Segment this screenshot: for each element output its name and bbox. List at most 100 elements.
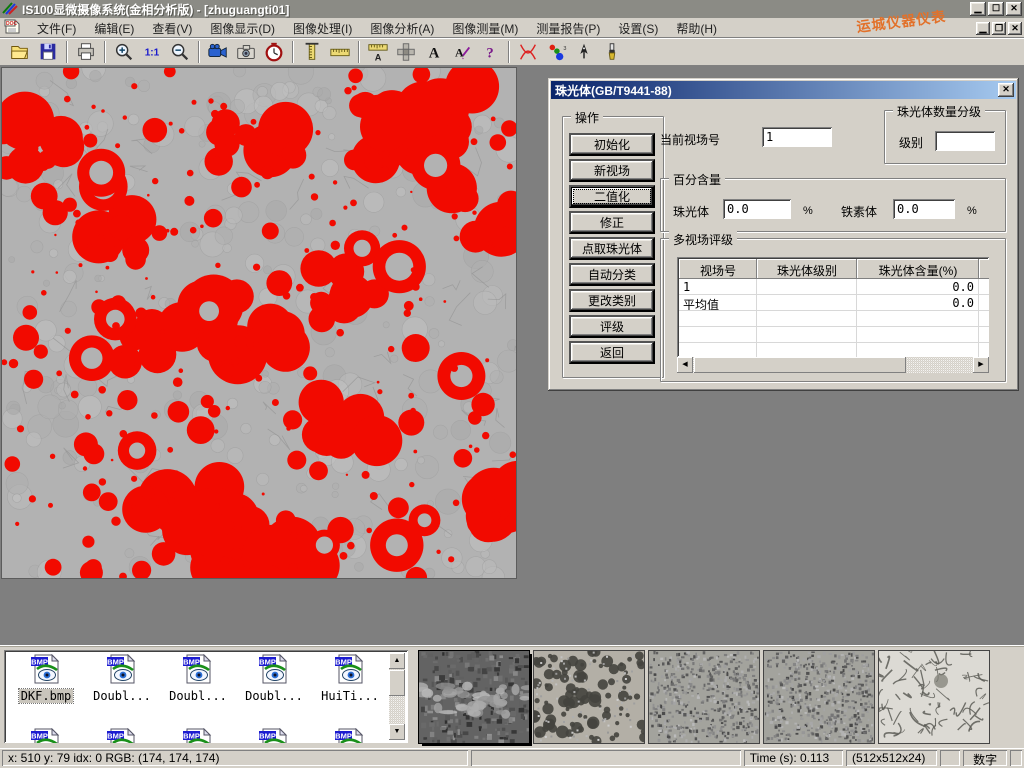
- actual-size-icon[interactable]: 1:1: [139, 40, 165, 64]
- scroll-down-icon[interactable]: ▼: [389, 724, 405, 740]
- table-cell: [757, 343, 857, 357]
- open-icon[interactable]: [7, 40, 33, 64]
- classify-balls-icon[interactable]: 3: [543, 40, 569, 64]
- file-item-Doubl-[interactable]: BMPDoubl...: [238, 654, 310, 703]
- print-icon[interactable]: [73, 40, 99, 64]
- operation-group-label: 操作: [571, 109, 603, 126]
- stitch-icon[interactable]: [393, 40, 419, 64]
- op-button-3[interactable]: 修正: [569, 211, 655, 234]
- menu-item-5[interactable]: 图像分析(A): [361, 18, 443, 39]
- op-button-5[interactable]: 自动分类: [569, 263, 655, 286]
- thumbnail-2[interactable]: [649, 651, 759, 743]
- scroll-left-icon[interactable]: ◀: [677, 357, 693, 373]
- brush-icon[interactable]: [599, 40, 625, 64]
- file-item-row2[interactable]: BMP: [162, 728, 234, 743]
- zoom-in-icon[interactable]: [111, 40, 137, 64]
- multiview-group-label: 多视场评级: [669, 231, 737, 248]
- table-row[interactable]: [679, 327, 989, 343]
- file-name: DKF.bmp: [19, 689, 74, 703]
- mdi-restore-button[interactable]: ❐: [992, 22, 1006, 35]
- dialog-close-button[interactable]: ✕: [998, 83, 1014, 97]
- table-cell: [979, 279, 989, 295]
- video-camera-icon[interactable]: [205, 40, 231, 64]
- mdi-minimize-button[interactable]: ▁: [976, 22, 990, 35]
- file-item-Doubl-[interactable]: BMPDoubl...: [86, 654, 158, 703]
- file-item-row2[interactable]: BMP: [10, 728, 82, 743]
- thumbnail-0[interactable]: [419, 651, 529, 743]
- op-button-2[interactable]: 二值化: [569, 185, 655, 208]
- ferrite-percent-input[interactable]: 0.0: [893, 199, 955, 219]
- thumbnail-4[interactable]: [879, 651, 989, 743]
- save-icon[interactable]: [35, 40, 61, 64]
- grade-input[interactable]: [935, 131, 995, 151]
- grade-group: 珠光体数量分级 级别: [884, 110, 1006, 164]
- table-hscrollbar[interactable]: ◀ ▶: [677, 357, 989, 373]
- file-item-Doubl-[interactable]: BMPDoubl...: [162, 654, 234, 703]
- table-row[interactable]: [679, 311, 989, 327]
- mdi-close-button[interactable]: ✕: [1008, 22, 1022, 35]
- thumbnail-3[interactable]: [764, 651, 874, 743]
- menu-item-8[interactable]: 设置(S): [609, 18, 667, 39]
- scroll-up-icon[interactable]: ▲: [389, 653, 405, 669]
- text-label-icon[interactable]: A: [421, 40, 447, 64]
- pen-icon[interactable]: [571, 40, 597, 64]
- menu-item-7[interactable]: 测量报告(P): [527, 18, 609, 39]
- minimize-button[interactable]: ▁: [970, 2, 986, 16]
- micrograph-image[interactable]: [2, 68, 516, 578]
- menu-item-1[interactable]: 编辑(E): [85, 18, 143, 39]
- pearlite-percent-input[interactable]: 0.0: [723, 199, 791, 219]
- pearlite-unit: %: [803, 205, 813, 217]
- hscroll-thumb[interactable]: [694, 357, 906, 373]
- op-button-8[interactable]: 返回: [569, 341, 655, 364]
- op-button-4[interactable]: 点取珠光体: [569, 237, 655, 260]
- op-button-7[interactable]: 评级: [569, 315, 655, 338]
- file-item-row2[interactable]: BMP: [238, 728, 310, 743]
- toolbar-separator: [104, 41, 106, 63]
- maximize-button[interactable]: ☐: [988, 2, 1004, 16]
- vscroll-thumb[interactable]: [389, 670, 405, 696]
- help-icon[interactable]: ?: [477, 40, 503, 64]
- ruler-icon[interactable]: [327, 40, 353, 64]
- file-name: HuiTi...: [319, 689, 381, 703]
- table-header-0[interactable]: 视场号: [679, 259, 757, 279]
- op-button-0[interactable]: 初始化: [569, 133, 655, 156]
- scroll-right-icon[interactable]: ▶: [973, 357, 989, 373]
- current-view-input[interactable]: 1: [762, 127, 832, 147]
- zoom-out-icon[interactable]: [167, 40, 193, 64]
- table-header-1[interactable]: 珠光体级别: [757, 259, 857, 279]
- file-item-DKF-bmp[interactable]: BMPDKF.bmp: [10, 654, 82, 703]
- table-cell: [979, 311, 989, 327]
- table-header-3[interactable]: 铁素体含量(%): [979, 259, 989, 279]
- menu-item-9[interactable]: 帮助(H): [667, 18, 726, 39]
- timer-icon[interactable]: [261, 40, 287, 64]
- filelist-vscrollbar[interactable]: ▲ ▼: [389, 653, 405, 740]
- table-cell: [679, 343, 757, 357]
- table-row[interactable]: [679, 343, 989, 357]
- thumbnail-1[interactable]: [534, 651, 644, 743]
- file-item-row2[interactable]: BMP: [86, 728, 158, 743]
- camera-icon[interactable]: [233, 40, 259, 64]
- menu-item-6[interactable]: 图像测量(M): [443, 18, 527, 39]
- file-item-row2[interactable]: BMP: [314, 728, 386, 743]
- file-list[interactable]: BMPDKF.bmpBMPDoubl...BMPDoubl...BMPDoubl…: [4, 650, 408, 743]
- table-header-2[interactable]: 珠光体含量(%): [857, 259, 979, 279]
- measure-scale-icon[interactable]: A: [365, 40, 391, 64]
- title-bar: IS100显微摄像系统(金相分析版) - [zhuguangti01] ▁ ☐ …: [0, 0, 1024, 18]
- caliper-icon[interactable]: [299, 40, 325, 64]
- menu-item-2[interactable]: 查看(V): [143, 18, 201, 39]
- menu-item-0[interactable]: 文件(F): [28, 18, 85, 39]
- svg-text:1:1: 1:1: [145, 48, 160, 59]
- operation-group: 操作 初始化新视场二值化修正点取珠光体自动分类更改类别评级返回: [562, 116, 664, 378]
- file-item-HuiTi-[interactable]: BMPHuiTi...: [314, 654, 386, 703]
- dialog-title-bar[interactable]: 珠光体(GB/T9441-88): [551, 81, 1016, 99]
- close-button[interactable]: ✕: [1006, 2, 1022, 16]
- op-button-1[interactable]: 新视场: [569, 159, 655, 182]
- menu-item-4[interactable]: 图像处理(I): [284, 18, 361, 39]
- annotate-icon[interactable]: A: [449, 40, 475, 64]
- op-button-6[interactable]: 更改类别: [569, 289, 655, 312]
- multiview-table[interactable]: 视场号珠光体级别珠光体含量(%)铁素体含量(%)10.0平均值0.0: [677, 257, 989, 357]
- menu-item-3[interactable]: 图像显示(D): [201, 18, 284, 39]
- curve-cut-icon[interactable]: [515, 40, 541, 64]
- table-row[interactable]: 10.0: [679, 279, 989, 295]
- table-row[interactable]: 平均值0.0: [679, 295, 989, 311]
